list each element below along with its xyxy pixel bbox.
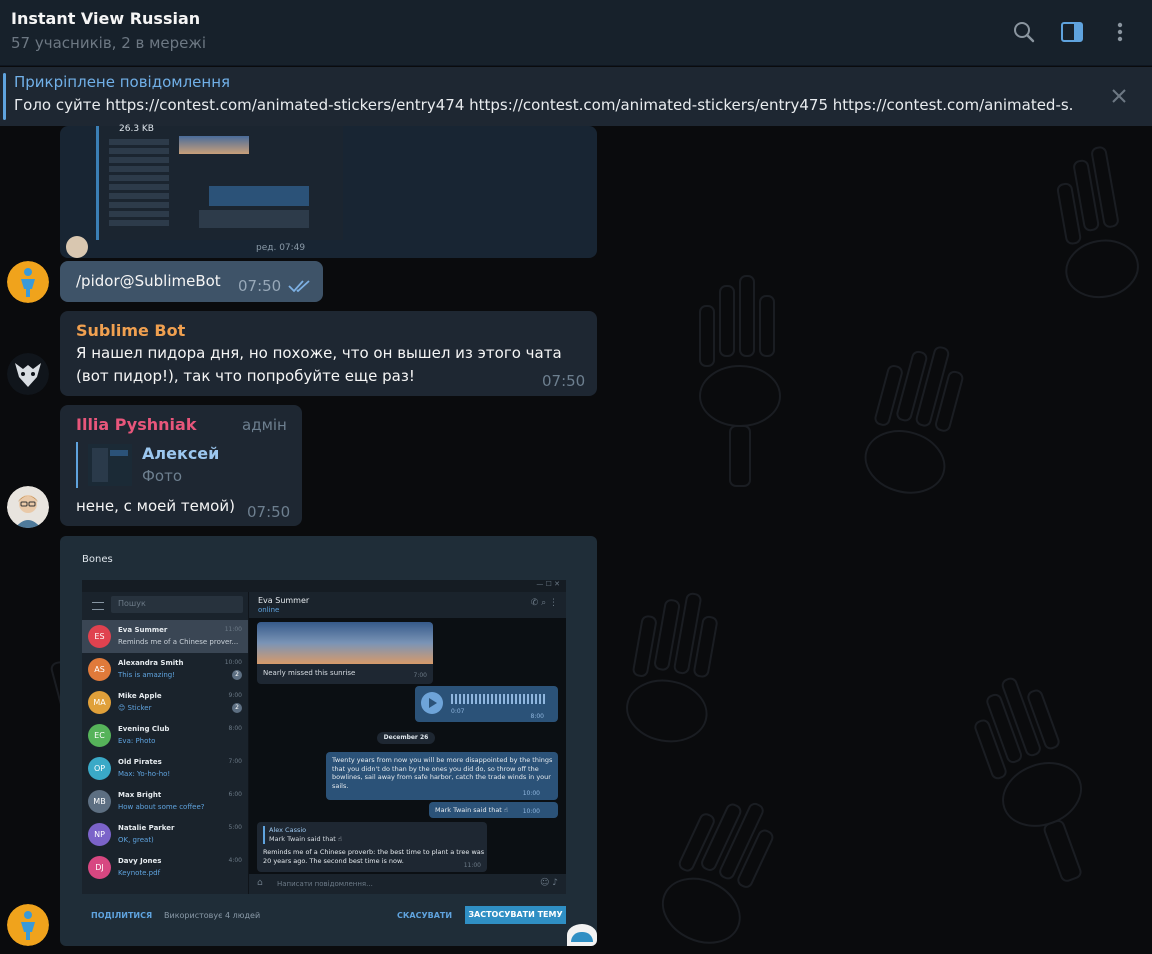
reply-thumbnail [88, 444, 132, 486]
message-text: нене, с моей темой) [76, 497, 235, 515]
theme-usage-count: Використовує 4 людей [164, 911, 261, 920]
pinned-text: Голо суйте https://contest.com/animated-… [14, 96, 1074, 114]
photo-thumbnail[interactable]: 26.3 KB [96, 124, 343, 240]
theme-name: Bones [82, 554, 113, 565]
chat-avatar: ES [88, 625, 111, 648]
user-avatar[interactable] [7, 261, 49, 303]
chat-avatar: OP [88, 757, 111, 780]
edited-time: ред. 07:49 [256, 243, 306, 253]
unread-scroll-badge[interactable] [567, 924, 597, 946]
cancel-theme-button[interactable]: СКАСУВАТИ [397, 911, 452, 920]
theme-reply-msg: Alex Cassio Mark Twain said that ☝ Remin… [257, 822, 487, 872]
double-check-icon [288, 278, 312, 297]
theme-chat-row: EC Evening Club Eva: Photo 8:00 [82, 719, 248, 752]
theme-chat-row: MA Mike Apple 😊 Sticker 9:00 2 [82, 686, 248, 719]
message-text-line: Я нашел пидора дня, но похоже, что он вы… [76, 344, 562, 362]
theme-window: — ☐ ✕ Пошук ES Eva Summer Reminds me of a … [82, 580, 566, 894]
theme-chat-header: Eva Summer online ✆ ⌕ ⋮ [249, 592, 566, 618]
theme-chat-area: Eva Summer online ✆ ⌕ ⋮ Nearly missed th… [249, 592, 566, 894]
message-time: 07:50 [238, 277, 282, 295]
photo-message[interactable]: 26.3 KB ред. 07:49 [60, 124, 597, 258]
theme-voice-msg: 0:07 8:00 [415, 686, 558, 722]
window-controls-icon: — ☐ ✕ [536, 580, 560, 588]
theme-chat-row: AS Alexandra Smith This is amazing! 10:00 2 [82, 653, 248, 686]
theme-chat-row: DJ Davy Jones Keynote.pdf 4:00 [82, 851, 248, 884]
reply-author: Алексей [142, 444, 220, 463]
sender-name[interactable]: Sublime Bot [76, 321, 185, 340]
message-bubble[interactable]: Sublime Bot Я нашел пидора дня, но похож… [60, 311, 597, 396]
theme-chat-row: ES Eva Summer Reminds me of a Chinese prov… [82, 620, 248, 653]
user-avatar[interactable] [7, 904, 49, 946]
theme-preview-card[interactable]: Bones — ☐ ✕ Пошук ES Eva Summer Reminds me… [60, 536, 597, 946]
message-text: /pidor@SublimeBot [76, 272, 221, 290]
theme-search: Пошук [111, 596, 243, 613]
theme-header-icons: ✆ ⌕ ⋮ [530, 598, 558, 608]
theme-mt-msg: Mark Twain said that ☝ 10:00 [429, 802, 558, 818]
pinned-title: Прикріплене повідомлення [14, 73, 231, 91]
chat-avatar: DJ [88, 856, 111, 879]
message-bubble[interactable]: /pidor@SublimeBot 07:50 [60, 261, 323, 302]
message-time: 07:50 [542, 372, 586, 390]
avatar[interactable] [66, 236, 88, 258]
chat-avatar: MB [88, 790, 111, 813]
sunrise-image [179, 136, 249, 154]
theme-long-msg: Twenty years from now you will be more d… [326, 752, 558, 800]
chat-list-mini [109, 136, 169, 236]
bot-avatar[interactable] [7, 353, 49, 395]
theme-chat-row: NP Natalie Parker OK, great) 5:00 [82, 818, 248, 851]
chat-avatar: MA [88, 691, 111, 714]
user-avatar[interactable] [7, 486, 49, 528]
chat-avatar: AS [88, 658, 111, 681]
theme-photo-msg: Nearly missed this sunrise 7:00 [257, 622, 433, 684]
chat-avatar: NP [88, 823, 111, 846]
message-time: 07:50 [247, 503, 291, 521]
theme-date-chip: December 26 [377, 732, 435, 744]
menu-icon [92, 602, 104, 610]
theme-compose-bar: ⌂ Написати повідомлення... ☺ ♪ [249, 874, 566, 894]
more-menu-icon[interactable] [1106, 18, 1134, 46]
reply-preview[interactable]: Алексей Фото [76, 442, 246, 488]
message-text-line: (вот пидор!), так что попробуйте еще раз… [76, 367, 415, 385]
reply-text: Фото [142, 467, 183, 485]
apply-theme-button[interactable]: ЗАСТОСУВАТИ ТЕМУ [465, 906, 566, 924]
pinned-message-bar[interactable]: Прикріплене повідомлення Голо суйте http… [0, 67, 1152, 126]
file-size: 26.3 KB [119, 124, 154, 134]
search-icon[interactable] [1010, 18, 1038, 46]
sidebar-toggle-icon[interactable] [1058, 18, 1086, 46]
message-bubble[interactable]: Illia Pyshniak адмін Алексей Фото нене, … [60, 405, 302, 526]
theme-chat-list: Пошук ES Eva Summer Reminds me of a Chines… [82, 592, 248, 894]
chat-avatar: EC [88, 724, 111, 747]
share-theme-button[interactable]: ПОДІЛИТИСЯ [91, 911, 152, 920]
pinned-accent-bar [3, 73, 6, 120]
theme-chat-row: MB Max Bright How about some coffee? 6:00 [82, 785, 248, 818]
chat-member-count: 57 учасників, 2 в мережі [11, 34, 207, 52]
mini-bubble [209, 186, 309, 206]
chat-header[interactable]: Instant View Russian 57 учасників, 2 в м… [0, 0, 1152, 66]
theme-chat-row: OP Old Pirates Max: Yo-ho-ho! 7:00 [82, 752, 248, 785]
chat-title[interactable]: Instant View Russian [11, 9, 200, 28]
sender-name[interactable]: Illia Pyshniak [76, 415, 196, 434]
window-titlebar: — ☐ ✕ [82, 580, 566, 592]
admin-badge: адмін [242, 416, 287, 434]
close-icon[interactable] [1106, 83, 1132, 109]
mini-bubble [199, 210, 309, 228]
